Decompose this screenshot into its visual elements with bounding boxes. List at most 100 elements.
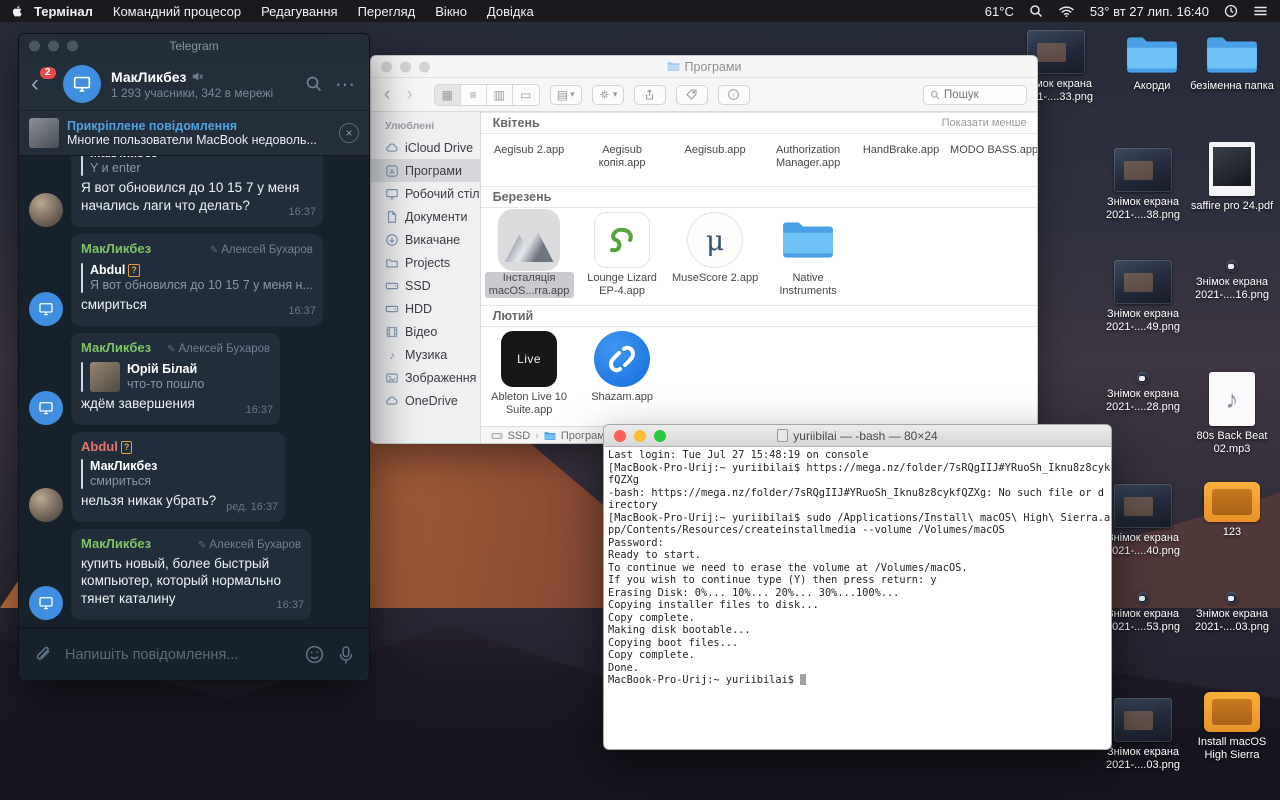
sender-name[interactable]: МакЛикбез [81, 535, 151, 553]
file-item[interactable]: Aegisub копія.app [576, 138, 669, 180]
window-controls[interactable] [614, 429, 666, 442]
telegram-window[interactable]: Telegram ‹ 2 МакЛикбез 1 293 учасники, 3… [18, 33, 370, 681]
minimize-button[interactable] [400, 61, 411, 72]
message-input[interactable]: Напишіть повідомлення... [65, 647, 292, 663]
edit-tags-button[interactable] [675, 84, 708, 105]
finder-titlebar[interactable]: Програми [371, 56, 1037, 78]
sidebar-item-downloads[interactable]: Викачане [371, 228, 480, 251]
menu-item-help[interactable]: Довідка [477, 4, 544, 19]
menu-item-app[interactable]: Термінал [24, 4, 103, 19]
clock-widget-icon[interactable] [1224, 4, 1238, 18]
window-controls[interactable] [381, 61, 430, 72]
avatar[interactable] [29, 488, 63, 522]
avatar[interactable] [29, 391, 63, 425]
sidebar-item-projects[interactable]: Projects [371, 251, 480, 274]
finder-search-field[interactable] [923, 84, 1027, 105]
apple-menu-icon[interactable] [10, 3, 24, 19]
terminal-window[interactable]: yuriibilai — -bash — 80×24 Last login: T… [603, 424, 1112, 750]
sidebar-item-applications[interactable]: A Програми [371, 159, 480, 182]
message[interactable]: МакЛикбезАлексей Бухаров купить новый, б… [29, 529, 359, 620]
chat-avatar[interactable] [63, 65, 101, 103]
sidebar-item-desktop[interactable]: Робочий стіл [371, 182, 480, 205]
search-input[interactable] [944, 88, 1018, 101]
group-by-button[interactable]: ▤ ▾ [549, 84, 582, 105]
back-button[interactable]: ‹ [381, 85, 393, 104]
message-list[interactable]: что-то пошло116:36 Abdul? МакЛикбезY и e… [19, 156, 369, 628]
menu-item-window[interactable]: Вікно [425, 4, 477, 19]
emoji-icon[interactable] [304, 644, 325, 665]
menu-item-shell[interactable]: Командний процесор [103, 4, 251, 19]
sidebar-item-ssd[interactable]: SSD [371, 274, 480, 297]
desktop-file-screenshot[interactable]: Знімок екрана 2021-....40.png [1099, 484, 1187, 558]
desktop-external-drive[interactable]: 123 [1188, 482, 1276, 539]
desktop-folder[interactable]: безіменна папка [1188, 34, 1276, 93]
sender-name[interactable]: МакЛикбез [81, 339, 151, 357]
forward-button[interactable]: › [403, 85, 415, 104]
sidebar-item-123[interactable]: 123 [371, 438, 480, 444]
terminal-titlebar[interactable]: yuriibilai — -bash — 80×24 [604, 425, 1111, 447]
close-button[interactable] [29, 40, 40, 52]
finder-window[interactable]: Програми ‹ › ▦ ≡ ▥ ▭ ▤ ▾ ▾ i Пошук Улюбл… [370, 55, 1038, 444]
window-controls[interactable] [29, 40, 78, 52]
message[interactable]: Abdul? МакЛикбезY и enter Я вот обновилс… [29, 156, 359, 227]
sidebar-item-onedrive[interactable]: OneDrive [371, 389, 480, 412]
zoom-button[interactable] [419, 61, 430, 72]
desktop-file-screenshot[interactable]: Знімок екрана 2021-....03.png [1188, 592, 1276, 634]
terminal-output[interactable]: Last login: Tue Jul 27 15:48:19 on conso… [604, 447, 1111, 689]
file-item[interactable]: MuseScore 2.app [669, 212, 762, 299]
message-input-bar[interactable]: Напишіть повідомлення... [19, 628, 369, 680]
desktop-file-audio[interactable]: 80s Back Beat 02.mp3 [1188, 372, 1276, 456]
get-info-button[interactable]: i [717, 84, 750, 105]
avatar[interactable] [29, 292, 63, 326]
desktop-file-screenshot[interactable]: Знімок екрана 2021-....38.png [1099, 148, 1187, 222]
desktop-file-pdf[interactable]: saffire pro 24.pdf [1188, 142, 1276, 213]
file-item[interactable]: Native Instruments [762, 212, 855, 299]
desktop-folder[interactable]: Акорди [1108, 34, 1196, 93]
close-button[interactable] [381, 61, 392, 72]
column-view-button[interactable]: ▥ [486, 84, 513, 105]
desktop-file-screenshot[interactable]: Знімок екрана 2021-....03.png [1099, 698, 1187, 772]
message[interactable]: МакЛикбез Алексей Бухаров Юрій Білайчто-т… [29, 333, 359, 425]
zoom-button[interactable] [67, 40, 78, 52]
file-item[interactable]: HandBrake.app [855, 138, 948, 180]
file-item[interactable]: Aegisub.app [669, 138, 762, 180]
close-button[interactable] [614, 429, 626, 442]
file-item[interactable]: Shazam.app [576, 331, 669, 417]
reply-quote[interactable]: Юрій Білай что-то пошло [81, 361, 270, 392]
avatar[interactable] [29, 193, 63, 227]
minimize-button[interactable] [48, 40, 59, 52]
menu-item-edit[interactable]: Редагування [251, 4, 348, 19]
chat-info[interactable]: МакЛикбез 1 293 учасники, 342 в мережі [111, 69, 295, 100]
attach-icon[interactable] [33, 645, 53, 665]
pinned-message[interactable]: Прикріплене повідомлення Многие пользова… [19, 110, 369, 156]
message[interactable]: МакЛикбез Алексей Бухаров Abdul?Я вот обн… [29, 234, 359, 326]
share-button[interactable] [633, 84, 666, 105]
path-item[interactable]: SSD [508, 430, 531, 442]
message[interactable]: Abdul? МакЛикбез смириться нельзя никак у… [29, 432, 359, 522]
desktop-file-screenshot[interactable]: Знімок екрана 2021-....53.png [1099, 592, 1187, 634]
cpu-temperature[interactable]: 61°C [985, 4, 1014, 19]
notification-center-icon[interactable] [1253, 5, 1268, 17]
close-icon[interactable]: × [339, 123, 359, 143]
action-menu-button[interactable]: ▾ [591, 84, 624, 105]
desktop-external-drive[interactable]: Install macOS High Sierra [1188, 692, 1276, 762]
list-view-button[interactable]: ≡ [460, 84, 487, 105]
file-item[interactable]: Authorization Manager.app [762, 138, 855, 180]
sidebar-item-documents[interactable]: Документи [371, 205, 480, 228]
telegram-titlebar[interactable]: Telegram [19, 34, 369, 58]
microphone-icon[interactable] [337, 645, 355, 665]
desktop-file-screenshot[interactable]: Знімок екрана 2021-....49.png [1099, 260, 1187, 334]
desktop-file-screenshot[interactable]: Знімок екрана 2021-....28.png [1099, 372, 1187, 414]
back-button[interactable]: ‹ 2 [31, 67, 56, 96]
file-item[interactable]: Ableton Live 10 Suite.app [483, 331, 576, 417]
reply-quote[interactable]: МакЛикбез смириться [81, 458, 275, 489]
minimize-button[interactable] [634, 429, 646, 442]
sidebar-item-movies[interactable]: Відео [371, 320, 480, 343]
menu-item-view[interactable]: Перегляд [348, 4, 426, 19]
more-menu-icon[interactable]: ⋯ [333, 72, 357, 97]
menu-bar-clock[interactable]: 53° вт 27 лип. 16:40 [1090, 4, 1209, 19]
reply-quote[interactable]: Abdul? Я вот обновился до 10 15 7 у меня … [81, 262, 313, 293]
sidebar-item-hdd[interactable]: HDD [371, 297, 480, 320]
sender-name[interactable]: Abdul [81, 439, 118, 454]
zoom-button[interactable] [654, 429, 666, 442]
